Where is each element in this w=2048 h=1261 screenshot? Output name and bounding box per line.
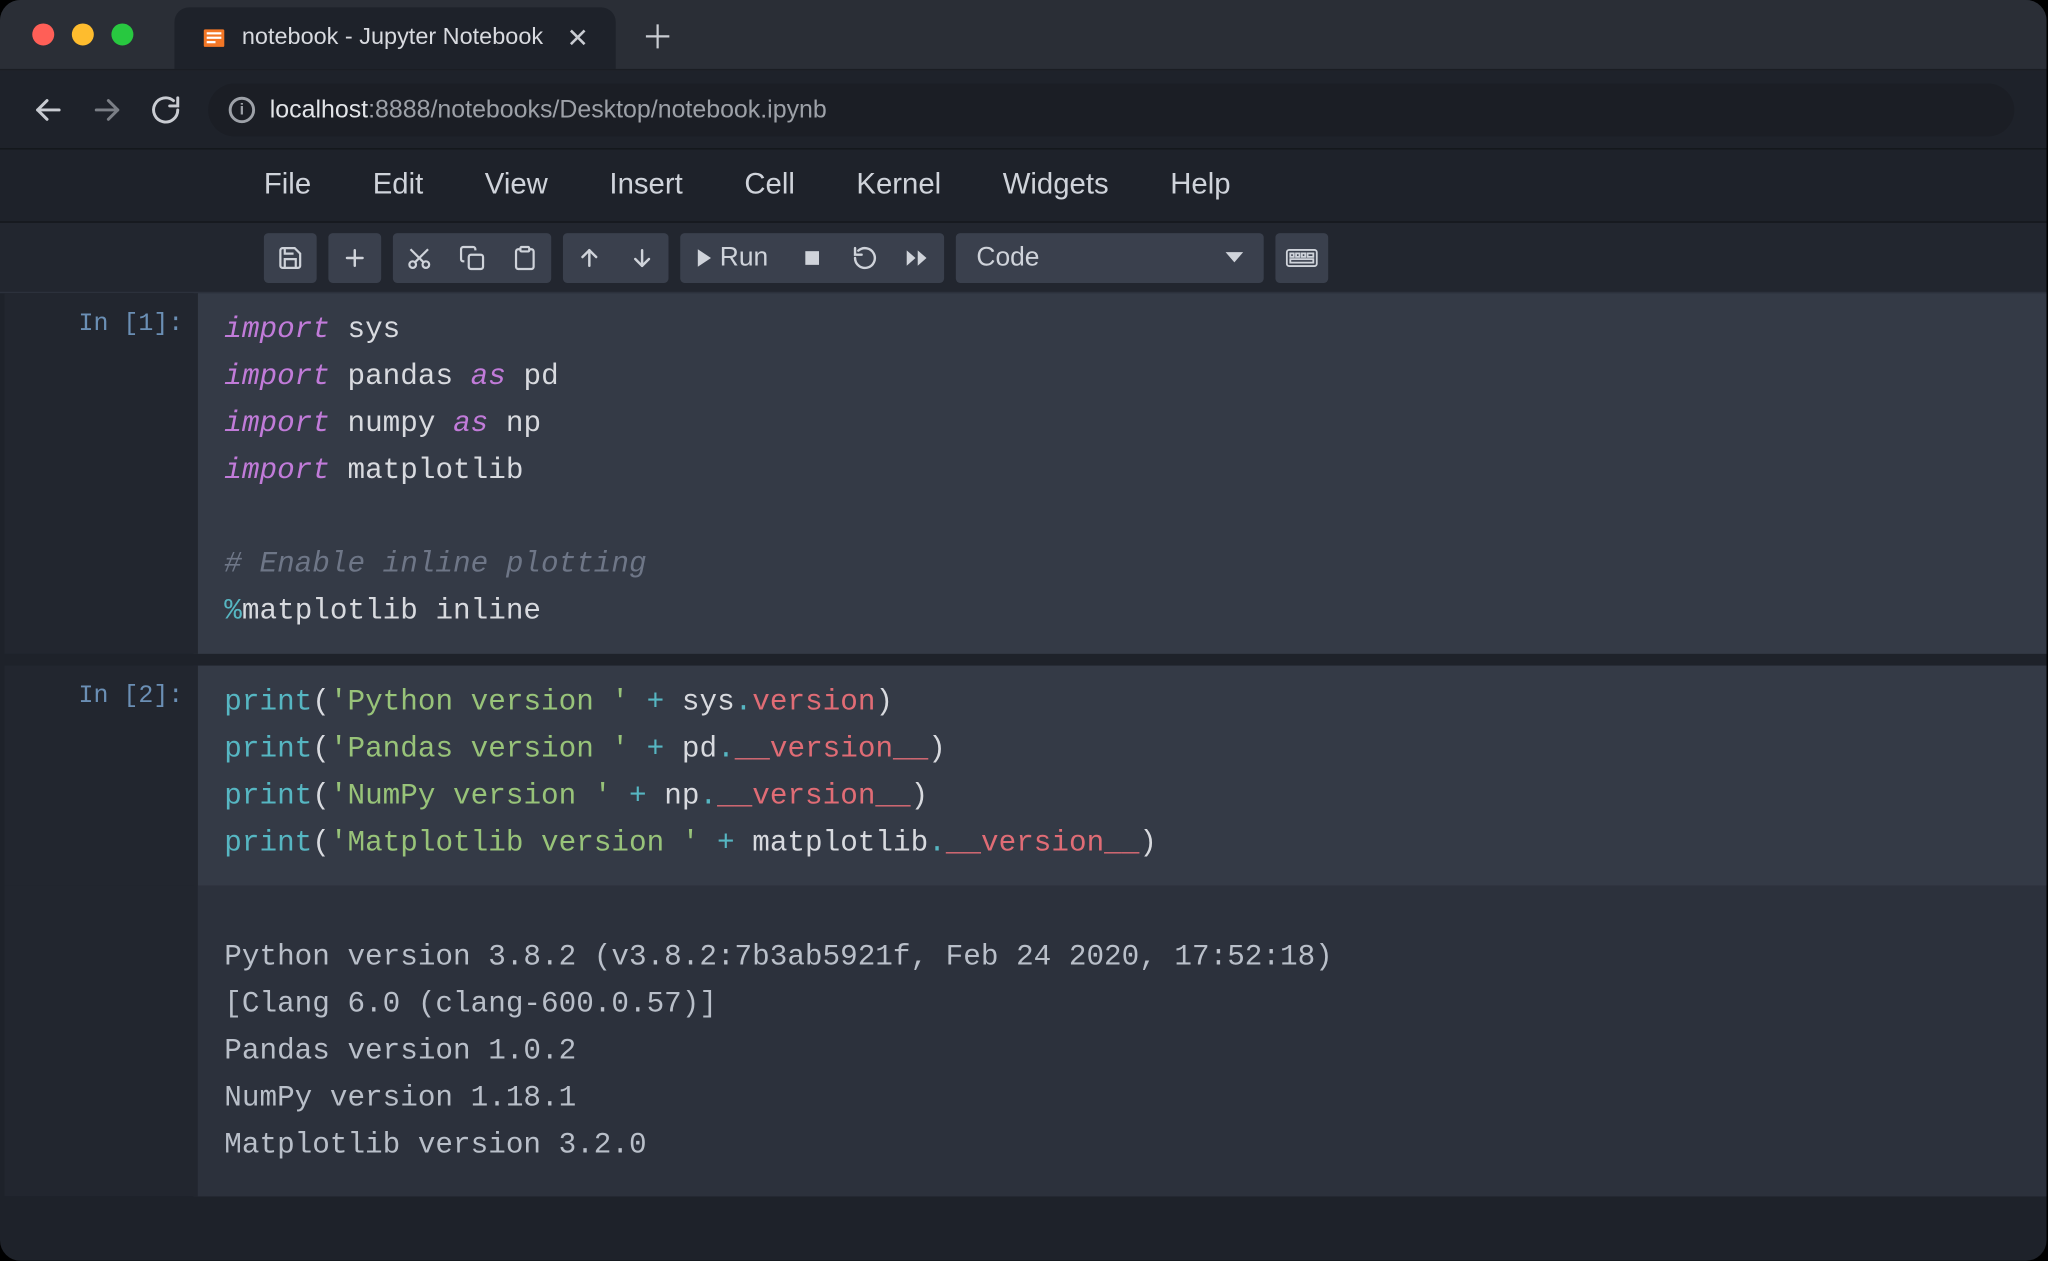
code-editor[interactable]: print('Python version ' + sys.version)pr… [224, 680, 2020, 868]
restart-button[interactable] [839, 232, 892, 282]
celltype-select[interactable]: Code [956, 232, 1264, 282]
menu-file[interactable]: File [264, 169, 311, 203]
close-tab-icon[interactable]: ✕ [567, 23, 589, 54]
notebook-toolbar: Run Code [0, 223, 2047, 293]
titlebar: notebook - Jupyter Notebook ✕ ＋ [0, 0, 2047, 70]
cell-body: import sysimport pandas as pdimport nump… [198, 293, 2047, 654]
insert-cell-button[interactable] [328, 232, 381, 282]
celltype-label: Code [976, 242, 1039, 273]
browser-window: notebook - Jupyter Notebook ✕ ＋ i localh… [0, 0, 2047, 1261]
output-text: Python version 3.8.2 (v3.8.2:7b3ab5921f,… [224, 935, 2020, 1170]
menu-edit[interactable]: Edit [373, 169, 424, 203]
menu-widgets[interactable]: Widgets [1003, 169, 1109, 203]
code-cell[interactable]: In [2]: print('Python version ' + sys.ve… [194, 666, 2047, 1197]
run-button[interactable]: Run [680, 232, 786, 282]
forward-button[interactable] [91, 93, 123, 125]
code-editor[interactable]: import sysimport pandas as pdimport nump… [224, 308, 2020, 636]
copy-button[interactable] [446, 232, 499, 282]
code-cell[interactable]: In [1]: import sysimport pandas as pdimp… [194, 293, 2047, 654]
chevron-down-icon [1226, 252, 1244, 262]
tab-title: notebook - Jupyter Notebook [242, 25, 543, 51]
menu-kernel[interactable]: Kernel [856, 169, 941, 203]
toolbar-row: i localhost:8888/notebooks/Desktop/noteb… [0, 70, 2047, 149]
command-palette-button[interactable] [1275, 232, 1328, 282]
reload-button[interactable] [150, 93, 182, 125]
new-tab-button[interactable]: ＋ [641, 11, 673, 58]
maximize-icon[interactable] [111, 23, 133, 45]
back-button[interactable] [32, 93, 64, 125]
window-controls [32, 23, 133, 45]
menu-help[interactable]: Help [1170, 169, 1230, 203]
cell-body: print('Python version ' + sys.version)pr… [198, 666, 2047, 886]
site-info-icon[interactable]: i [229, 96, 255, 122]
output-prompt [4, 885, 198, 1196]
close-icon[interactable] [32, 23, 54, 45]
play-icon [698, 248, 711, 266]
paste-button[interactable] [498, 232, 551, 282]
save-button[interactable] [264, 232, 317, 282]
menu-view[interactable]: View [485, 169, 548, 203]
url-text: localhost:8888/notebooks/Desktop/noteboo… [270, 95, 827, 124]
menu-cell[interactable]: Cell [744, 169, 795, 203]
browser-tab[interactable]: notebook - Jupyter Notebook ✕ [174, 7, 615, 69]
notebook-content: File Edit View Insert Cell Kernel Widget… [0, 150, 2047, 1197]
move-down-button[interactable] [616, 232, 669, 282]
move-up-button[interactable] [563, 232, 616, 282]
cell-prompt: In [2]: [4, 666, 198, 886]
menu-insert[interactable]: Insert [609, 169, 682, 203]
cell-prompt: In [1]: [4, 293, 198, 654]
interrupt-button[interactable] [786, 232, 839, 282]
cell-output: Python version 3.8.2 (v3.8.2:7b3ab5921f,… [198, 885, 2047, 1196]
address-bar[interactable]: i localhost:8888/notebooks/Desktop/noteb… [208, 83, 2014, 136]
jupyter-icon [201, 25, 227, 51]
cells-container: In [1]: import sysimport pandas as pdimp… [0, 293, 2047, 1196]
cut-button[interactable] [393, 232, 446, 282]
notebook-menubar: File Edit View Insert Cell Kernel Widget… [0, 150, 2047, 223]
restart-run-all-button[interactable] [891, 232, 944, 282]
minimize-icon[interactable] [72, 23, 94, 45]
